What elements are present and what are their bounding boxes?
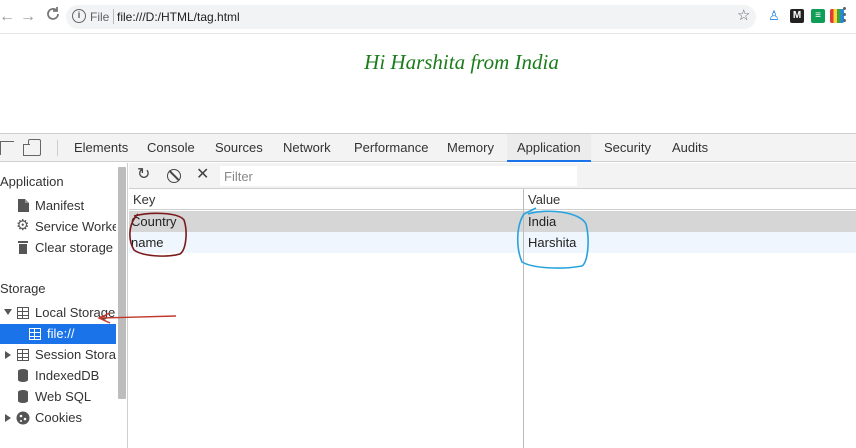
table-cell-key[interactable]: name [131,232,164,253]
table-header: Key Value [129,189,856,210]
sidebar-item-file[interactable]: file:// [0,324,116,344]
sidebar-item-clear-storage[interactable]: Clear storage [0,238,116,258]
tab-security[interactable]: Security [604,134,651,162]
table-cell-value[interactable]: Harshita [528,232,576,253]
sidebar-item-session-storage[interactable]: Session Storage [0,345,116,365]
clear-icon[interactable]: ✕ [196,166,209,184]
sidebar-item-label: Session Storage [35,347,116,362]
table-cell-key[interactable]: Country [131,211,177,232]
tab-network[interactable]: Network [283,134,331,162]
cookie-icon [16,411,30,425]
sidebar-item-label: Service Workers [35,219,116,234]
table-cell-value[interactable]: India [528,211,556,232]
tab-sources[interactable]: Sources [215,134,263,162]
grid-icon [17,349,29,361]
expand-down-icon[interactable] [4,309,12,315]
storage-table: Key Value Country India name Harshita [129,189,856,448]
sidebar-item-service-workers[interactable]: ⚙ Service Workers [0,217,116,237]
grid-icon [29,328,41,340]
back-button[interactable]: ← [0,6,18,28]
storage-toolbar: ↻ ✕ [129,163,856,189]
database-icon [18,390,28,403]
sidebar-item-label: Cookies [35,410,82,425]
tab-performance[interactable]: Performance [354,134,428,162]
gear-icon: ⚙ [16,217,30,234]
sidebar-item-web-sql[interactable]: Web SQL [0,387,116,407]
page-heading: Hi Harshita from India [364,50,559,74]
tab-elements[interactable]: Elements [74,134,128,162]
grid-icon [17,307,29,319]
document-icon [18,199,29,212]
tab-audits[interactable]: Audits [672,134,708,162]
extension-person-icon[interactable]: ♙ [767,9,781,23]
inspect-element-icon[interactable] [0,141,14,155]
block-icon[interactable] [167,169,181,183]
tab-memory[interactable]: Memory [447,134,494,162]
bookmark-star-icon[interactable]: ☆ [737,6,750,24]
sidebar-item-local-storage[interactable]: Local Storage [0,303,116,323]
url-text[interactable]: file:///D:/HTML/tag.html [117,10,240,24]
extension-medium-icon[interactable]: M [790,9,804,23]
sidebar-item-indexeddb[interactable]: IndexedDB [0,366,116,386]
reload-icon [47,7,59,20]
tab-console[interactable]: Console [147,134,195,162]
sidebar-section-storage: Storage [0,281,46,296]
table-row[interactable]: name Harshita [129,232,856,253]
address-bar[interactable]: i File file:///D:/HTML/tag.html [66,5,756,29]
sidebar-scrollbar[interactable] [118,167,126,399]
scheme-label: File [90,10,110,24]
devtools-tabbar: Elements Console Sources Network Perform… [0,134,856,162]
browser-toolbar: ← → i File file:///D:/HTML/tag.html ☆ ♙ … [0,0,856,34]
sidebar-item-cookies[interactable]: Cookies [0,408,116,428]
expand-right-icon[interactable] [5,414,11,422]
sidebar-item-label: Manifest [35,198,85,213]
address-separator [113,9,114,24]
reload-button[interactable] [42,6,64,28]
sidebar-item-label: file:// [47,326,75,341]
forward-button[interactable]: → [17,6,39,28]
application-sidebar: Application Manifest ⚙ Service Workers C… [0,163,128,448]
column-divider[interactable] [523,189,524,448]
column-header-key[interactable]: Key [133,189,155,210]
tab-divider [57,140,58,156]
info-icon[interactable]: i [72,9,86,23]
sidebar-item-label: IndexedDB [35,368,100,383]
extension-sheets-icon[interactable]: ≡ [811,9,825,23]
trash-icon [18,241,28,254]
devtools-panel: Elements Console Sources Network Perform… [0,133,856,448]
refresh-icon[interactable]: ↻ [137,167,151,183]
storage-panel: ↻ ✕ Key Value Country India name Harshit… [129,163,856,448]
column-header-value[interactable]: Value [528,189,560,210]
device-toolbar-icon[interactable] [23,139,41,156]
sidebar-item-label: Clear storage [35,240,114,255]
sidebar-item-label: Web SQL [35,389,92,404]
table-row[interactable]: Country India [129,211,856,232]
sidebar-section-application: Application [0,174,64,189]
database-icon [18,369,28,382]
tab-application[interactable]: Application [507,134,591,162]
filter-input[interactable] [220,166,577,186]
expand-right-icon[interactable] [5,351,11,359]
browser-menu-icon[interactable] [842,7,848,25]
sidebar-item-label: Local Storage [35,305,116,320]
sidebar-item-manifest[interactable]: Manifest [0,196,116,216]
